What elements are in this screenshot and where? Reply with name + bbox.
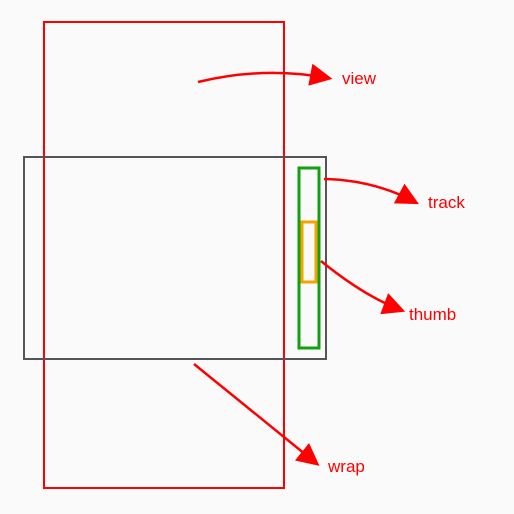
- wrap-label: wrap: [327, 457, 365, 476]
- track-arrow: [324, 179, 415, 202]
- wrap-arrow: [194, 364, 316, 463]
- view-arrow: [198, 73, 328, 82]
- thumb-box: [302, 222, 316, 282]
- track-label: track: [428, 193, 465, 212]
- view-box: [44, 22, 284, 488]
- view-label: view: [342, 69, 377, 88]
- thumb-arrow: [321, 261, 401, 310]
- wrap-box: [24, 157, 326, 359]
- thumb-label: thumb: [409, 305, 456, 324]
